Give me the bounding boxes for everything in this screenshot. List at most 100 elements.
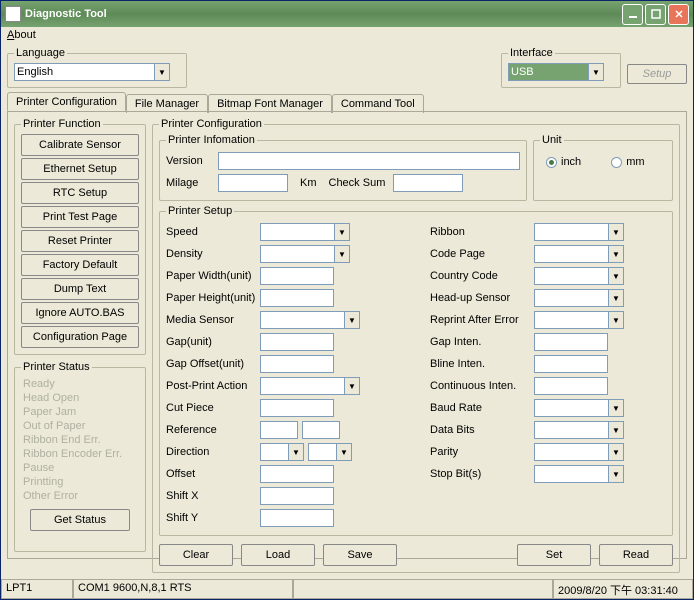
gap-field[interactable] bbox=[260, 333, 334, 351]
statusbar-spacer bbox=[293, 580, 553, 599]
direction-label: Direction bbox=[166, 446, 258, 458]
app-window: Diagnostic Tool About Language ▼ Interfa… bbox=[0, 0, 694, 600]
reset-printer-button[interactable]: Reset Printer bbox=[21, 230, 139, 252]
shiftx-field[interactable] bbox=[260, 487, 334, 505]
status-ribbon-end: Ribbon End Err. bbox=[21, 433, 139, 447]
titlebar: Diagnostic Tool bbox=[1, 1, 693, 27]
ribbon-select[interactable]: ▼ bbox=[534, 223, 624, 241]
post-print-select[interactable]: ▼ bbox=[260, 377, 360, 395]
reprint-label: Reprint After Error bbox=[430, 314, 532, 326]
stopbits-select[interactable]: ▼ bbox=[534, 465, 624, 483]
baud-label: Baud Rate bbox=[430, 402, 532, 414]
language-select[interactable]: ▼ bbox=[14, 63, 180, 81]
dropdown-arrow-icon[interactable]: ▼ bbox=[154, 63, 170, 81]
ethernet-setup-button[interactable]: Ethernet Setup bbox=[21, 158, 139, 180]
shifty-field[interactable] bbox=[260, 509, 334, 527]
calibrate-sensor-button[interactable]: Calibrate Sensor bbox=[21, 134, 139, 156]
paper-width-field[interactable] bbox=[260, 267, 334, 285]
factory-default-button[interactable]: Factory Default bbox=[21, 254, 139, 276]
codepage-label: Code Page bbox=[430, 248, 532, 260]
interface-value[interactable] bbox=[508, 63, 588, 81]
media-sensor-select[interactable]: ▼ bbox=[260, 311, 360, 329]
cut-piece-field[interactable] bbox=[260, 399, 334, 417]
blineinten-label: Bline Inten. bbox=[430, 358, 532, 370]
language-legend: Language bbox=[14, 47, 67, 59]
direction-2-select[interactable]: ▼ bbox=[308, 443, 352, 461]
dump-text-button[interactable]: Dump Text bbox=[21, 278, 139, 300]
language-value[interactable] bbox=[14, 63, 154, 81]
clear-button[interactable]: Clear bbox=[159, 544, 233, 566]
unit-legend: Unit bbox=[540, 134, 564, 146]
paper-width-label: Paper Width(unit) bbox=[166, 270, 258, 282]
offset-field[interactable] bbox=[260, 465, 334, 483]
reference-y-field[interactable] bbox=[302, 421, 340, 439]
setup-button[interactable]: Setup bbox=[627, 64, 687, 84]
load-button[interactable]: Load bbox=[241, 544, 315, 566]
unit-group: Unit inch mm bbox=[533, 134, 673, 201]
checksum-field[interactable] bbox=[393, 174, 463, 192]
ignore-autobas-button[interactable]: Ignore AUTO.BAS bbox=[21, 302, 139, 324]
dropdown-arrow-icon[interactable]: ▼ bbox=[588, 63, 604, 81]
gapinten-label: Gap Inten. bbox=[430, 336, 532, 348]
printer-function-legend: Printer Function bbox=[21, 118, 103, 130]
version-field[interactable] bbox=[218, 152, 520, 170]
version-label: Version bbox=[166, 155, 216, 167]
configuration-page-button[interactable]: Configuration Page bbox=[21, 326, 139, 348]
printer-function-group: Printer Function Calibrate Sensor Ethern… bbox=[14, 118, 146, 355]
country-select[interactable]: ▼ bbox=[534, 267, 624, 285]
baud-select[interactable]: ▼ bbox=[534, 399, 624, 417]
status-head-open: Head Open bbox=[21, 391, 139, 405]
minimize-button[interactable] bbox=[622, 4, 643, 25]
paper-height-field[interactable] bbox=[260, 289, 334, 307]
continten-field[interactable] bbox=[534, 377, 608, 395]
post-print-label: Post-Print Action bbox=[166, 380, 258, 392]
set-button[interactable]: Set bbox=[517, 544, 591, 566]
printer-status-group: Printer Status Ready Head Open Paper Jam… bbox=[14, 361, 146, 552]
tab-printer-configuration[interactable]: Printer Configuration bbox=[7, 92, 126, 111]
titlebar-title: Diagnostic Tool bbox=[25, 8, 107, 20]
country-label: Country Code bbox=[430, 270, 532, 282]
milage-field[interactable] bbox=[218, 174, 288, 192]
status-other-error: Other Error bbox=[21, 489, 139, 503]
printer-status-legend: Printer Status bbox=[21, 361, 92, 373]
speed-select[interactable]: ▼ bbox=[260, 223, 350, 241]
cut-piece-label: Cut Piece bbox=[166, 402, 258, 414]
speed-label: Speed bbox=[166, 226, 258, 238]
checksum-label: Check Sum bbox=[329, 177, 391, 189]
interface-legend: Interface bbox=[508, 47, 555, 59]
media-sensor-label: Media Sensor bbox=[166, 314, 258, 326]
get-status-button[interactable]: Get Status bbox=[30, 509, 130, 531]
databits-select[interactable]: ▼ bbox=[534, 421, 624, 439]
stopbits-label: Stop Bit(s) bbox=[430, 468, 532, 480]
gapinten-field[interactable] bbox=[534, 333, 608, 351]
print-test-page-button[interactable]: Print Test Page bbox=[21, 206, 139, 228]
statusbar-com: COM1 9600,N,8,1 RTS bbox=[73, 580, 293, 599]
gap-label: Gap(unit) bbox=[166, 336, 258, 348]
reference-x-field[interactable] bbox=[260, 421, 298, 439]
direction-1-select[interactable]: ▼ bbox=[260, 443, 304, 461]
unit-inch-radio[interactable]: inch bbox=[546, 156, 581, 168]
headup-select[interactable]: ▼ bbox=[534, 289, 624, 307]
read-button[interactable]: Read bbox=[599, 544, 673, 566]
printer-setup-legend: Printer Setup bbox=[166, 205, 234, 217]
gap-offset-field[interactable] bbox=[260, 355, 334, 373]
close-button[interactable] bbox=[668, 4, 689, 25]
blineinten-field[interactable] bbox=[534, 355, 608, 373]
unit-mm-radio[interactable]: mm bbox=[611, 156, 644, 168]
density-select[interactable]: ▼ bbox=[260, 245, 350, 263]
interface-select[interactable]: ▼ bbox=[508, 63, 614, 81]
codepage-select[interactable]: ▼ bbox=[534, 245, 624, 263]
reprint-select[interactable]: ▼ bbox=[534, 311, 624, 329]
save-button[interactable]: Save bbox=[323, 544, 397, 566]
printer-configuration-group: Printer Configuration Printer Infomation… bbox=[152, 118, 680, 573]
menu-about[interactable]: About bbox=[7, 29, 36, 41]
statusbar: LPT1 COM1 9600,N,8,1 RTS 2009/8/20 下午 03… bbox=[1, 579, 693, 599]
language-group: Language ▼ bbox=[7, 47, 187, 88]
rtc-setup-button[interactable]: RTC Setup bbox=[21, 182, 139, 204]
maximize-button[interactable] bbox=[645, 4, 666, 25]
status-ready: Ready bbox=[21, 377, 139, 391]
printer-information-legend: Printer Infomation bbox=[166, 134, 257, 146]
parity-label: Parity bbox=[430, 446, 532, 458]
parity-select[interactable]: ▼ bbox=[534, 443, 624, 461]
statusbar-port: LPT1 bbox=[1, 580, 73, 599]
